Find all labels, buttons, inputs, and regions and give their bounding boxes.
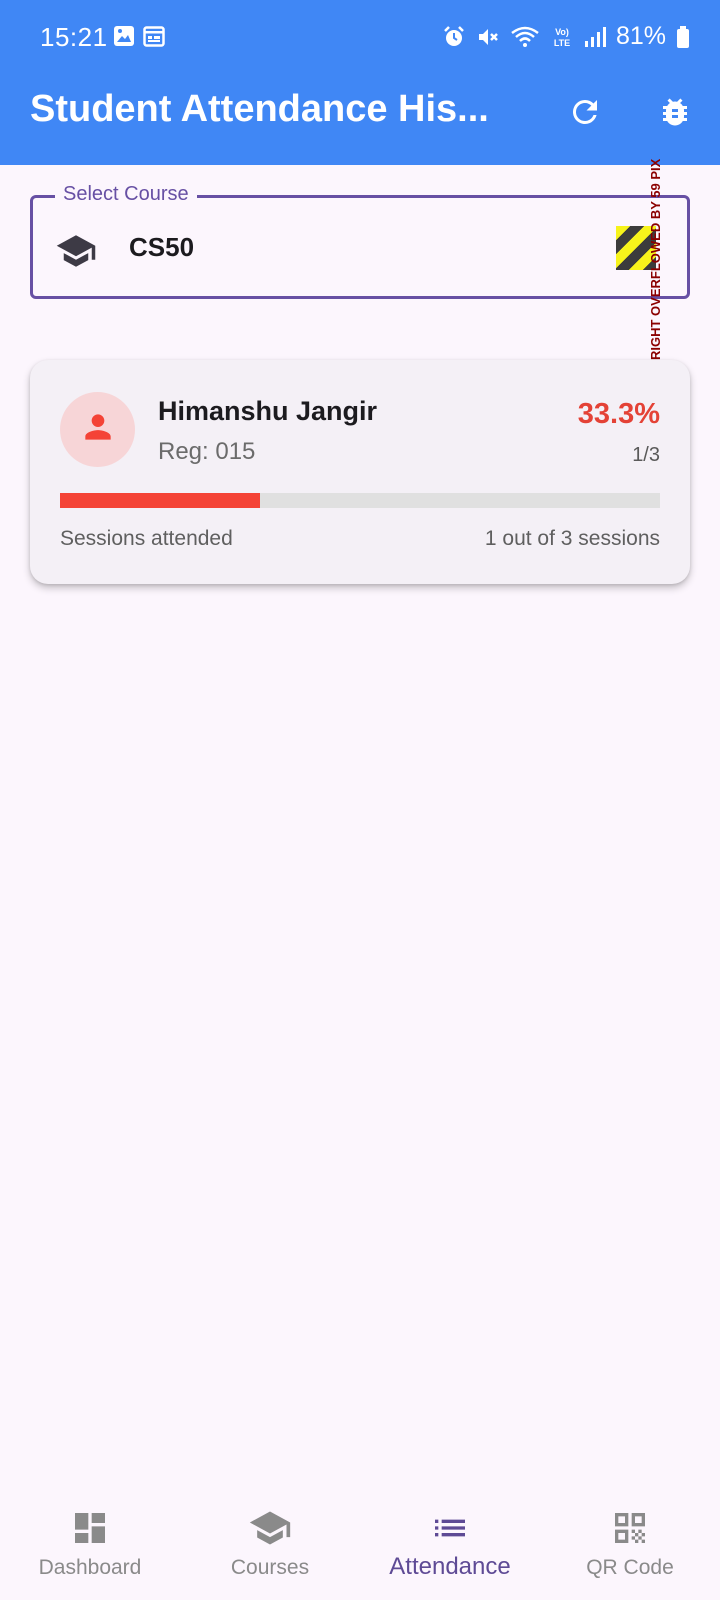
bottom-navigation: Dashboard Courses Attendance QR Code — [0, 1490, 720, 1600]
nav-label-qr-code: QR Code — [586, 1556, 674, 1579]
status-time: 15:21 — [40, 22, 108, 52]
graduation-cap-icon — [248, 1508, 292, 1548]
nav-item-qr-code[interactable]: QR Code — [540, 1490, 720, 1600]
svg-text:LTE: LTE — [554, 38, 570, 48]
student-attendance-card[interactable]: Himanshu Jangir Reg: 015 33.3% 1/3 Sessi… — [30, 360, 690, 584]
qr-code-icon — [610, 1508, 650, 1548]
refresh-icon — [567, 94, 603, 135]
nav-label-courses: Courses — [230, 1556, 310, 1579]
graduation-cap-icon — [55, 230, 97, 277]
battery-icon — [676, 25, 690, 49]
student-name: Himanshu Jangir — [158, 396, 378, 426]
debug-button[interactable] — [653, 92, 697, 136]
selected-course-value: CS50 — [129, 232, 195, 262]
sessions-count: 1 out of 3 sessions — [484, 527, 660, 550]
attendance-percentage: 33.3% — [577, 398, 660, 430]
battery-percentage: 81% — [615, 22, 666, 50]
nav-item-courses[interactable]: Courses — [180, 1490, 360, 1600]
overflow-warning-text: RIGHT OVERFLOWED BY 59 PIX — [648, 158, 663, 360]
sessions-label: Sessions attended — [60, 527, 233, 550]
mute-icon — [476, 25, 500, 49]
student-reg: Reg: 015 — [158, 438, 256, 465]
image-icon — [113, 25, 135, 52]
course-select-dropdown[interactable]: Select Course CS50 — [30, 183, 690, 299]
person-icon — [79, 408, 117, 451]
attendance-progress-fill — [60, 493, 260, 508]
app-bar: 15:21 Vo) LTE 81% Student Attendance His… — [0, 0, 720, 165]
volte-icon: Vo) LTE — [550, 25, 574, 49]
nav-label-attendance: Attendance — [389, 1553, 511, 1580]
bug-icon — [657, 94, 693, 135]
alarm-icon — [442, 25, 466, 49]
wifi-icon — [510, 25, 540, 49]
nav-item-dashboard[interactable]: Dashboard — [0, 1490, 180, 1600]
page-title: Student Attendance His... — [30, 88, 489, 130]
list-icon — [430, 1508, 470, 1548]
nav-item-attendance[interactable]: Attendance — [360, 1490, 540, 1600]
attendance-progress-bar — [60, 493, 660, 508]
nav-label-dashboard: Dashboard — [38, 1556, 142, 1579]
refresh-button[interactable] — [563, 92, 607, 136]
dashboard-icon — [70, 1508, 110, 1548]
svg-text:Vo): Vo) — [555, 27, 569, 37]
attendance-ratio: 1/3 — [632, 444, 660, 466]
avatar — [60, 392, 135, 467]
status-bar: 15:21 Vo) LTE 81% — [0, 0, 720, 74]
signal-icon — [584, 26, 606, 48]
calendar-icon — [143, 25, 165, 52]
select-course-label: Select Course — [55, 183, 197, 206]
